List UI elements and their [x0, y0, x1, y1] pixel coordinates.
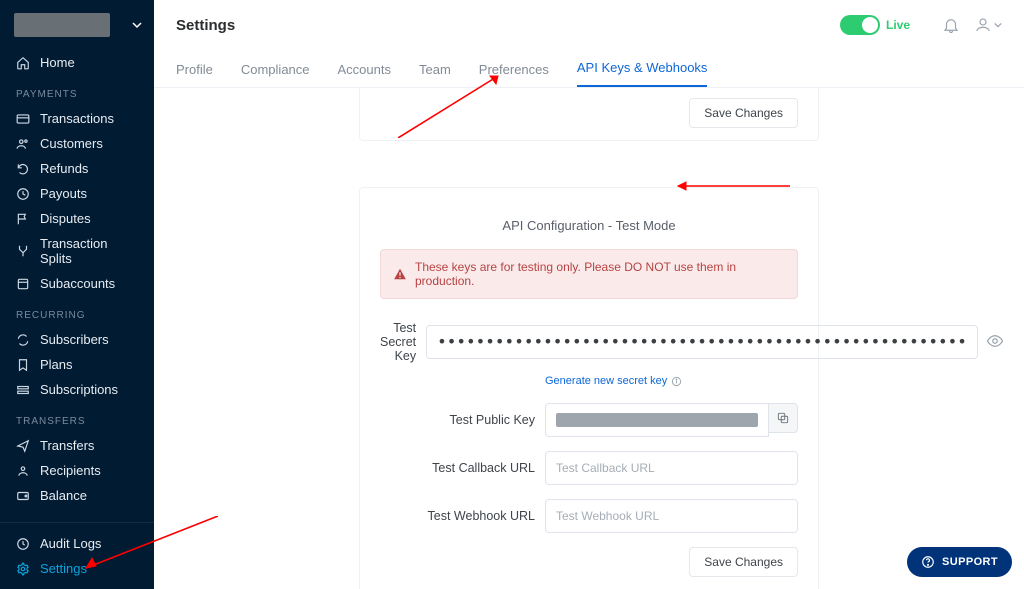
- public-key-masked: [556, 413, 758, 427]
- card-icon: [16, 112, 30, 126]
- prev-panel-footer: Save Changes: [359, 88, 819, 141]
- sidebar-label: Home: [40, 55, 75, 70]
- sidebar-item-plans[interactable]: Plans: [0, 352, 154, 377]
- sidebar-item-customers[interactable]: Customers: [0, 131, 154, 156]
- sidebar-item-subscribers[interactable]: Subscribers: [0, 327, 154, 352]
- sidebar: Home PAYMENTS Transactions Customers Ref…: [0, 0, 154, 589]
- payout-icon: [16, 187, 30, 201]
- save-button-top[interactable]: Save Changes: [689, 98, 798, 128]
- settings-tabs: Profile Compliance Accounts Team Prefere…: [154, 50, 1024, 88]
- sidebar-item-subscriptions[interactable]: Subscriptions: [0, 377, 154, 402]
- copy-button[interactable]: [768, 403, 798, 433]
- help-icon: [921, 555, 935, 569]
- sidebar-label: Customers: [40, 136, 103, 151]
- info-icon: [671, 376, 682, 387]
- workspace-logo: [14, 13, 110, 37]
- sidebar-label: Transfers: [40, 438, 94, 453]
- sidebar-item-balance[interactable]: Balance: [0, 483, 154, 508]
- webhook-input[interactable]: [545, 499, 798, 533]
- secret-key-field[interactable]: ••••••••••••••••••••••••••••••••••••••••…: [426, 325, 978, 359]
- section-header-transfers: TRANSFERS: [0, 402, 154, 433]
- flag-icon: [16, 212, 30, 226]
- sidebar-label: Disputes: [40, 211, 91, 226]
- users-icon: [16, 137, 30, 151]
- box-icon: [16, 277, 30, 291]
- bell-icon[interactable]: [942, 16, 960, 34]
- support-label: SUPPORT: [942, 556, 998, 568]
- sidebar-label: Subscribers: [40, 332, 109, 347]
- sidebar-label: Transaction Splits: [40, 236, 138, 266]
- sidebar-label: Payouts: [40, 186, 87, 201]
- section-header-payments: PAYMENTS: [0, 75, 154, 106]
- tab-preferences[interactable]: Preferences: [479, 62, 549, 87]
- main: Settings Live Profile Compliance Account…: [154, 0, 1024, 589]
- sidebar-label: Audit Logs: [40, 536, 101, 551]
- label-callback: Test Callback URL: [380, 461, 535, 475]
- page-title: Settings: [176, 17, 840, 34]
- bookmark-icon: [16, 358, 30, 372]
- sidebar-item-recipients[interactable]: Recipients: [0, 458, 154, 483]
- tab-api-keys[interactable]: API Keys & Webhooks: [577, 60, 708, 87]
- profile-menu[interactable]: [974, 16, 1002, 34]
- label-public-key: Test Public Key: [380, 413, 535, 427]
- sidebar-label: Transactions: [40, 111, 114, 126]
- alert-text: These keys are for testing only. Please …: [415, 260, 785, 288]
- repeat-icon: [16, 333, 30, 347]
- stack-icon: [16, 383, 30, 397]
- tab-team[interactable]: Team: [419, 62, 451, 87]
- wallet-icon: [16, 489, 30, 503]
- gear-icon: [16, 562, 30, 576]
- tab-profile[interactable]: Profile: [176, 62, 213, 87]
- generate-key-link[interactable]: Generate new secret key: [545, 375, 682, 387]
- eye-icon[interactable]: [986, 332, 1004, 350]
- live-toggle[interactable]: [840, 15, 880, 35]
- sidebar-item-disputes[interactable]: Disputes: [0, 206, 154, 231]
- sidebar-item-transactions[interactable]: Transactions: [0, 106, 154, 131]
- sidebar-item-home[interactable]: Home: [0, 50, 154, 75]
- chevron-down-icon: [132, 20, 142, 30]
- api-config-panel: API Configuration - Test Mode These keys…: [359, 187, 819, 589]
- home-icon: [16, 56, 30, 70]
- label-secret-key: Test Secret Key: [380, 321, 416, 363]
- label-webhook: Test Webhook URL: [380, 509, 535, 523]
- content: Save Changes API Configuration - Test Mo…: [154, 88, 1024, 589]
- support-button[interactable]: SUPPORT: [907, 547, 1012, 577]
- sidebar-label: Refunds: [40, 161, 88, 176]
- secret-key-masked: ••••••••••••••••••••••••••••••••••••••••…: [437, 325, 967, 359]
- sidebar-label: Settings: [40, 561, 87, 576]
- refund-icon: [16, 162, 30, 176]
- sidebar-label: Subscriptions: [40, 382, 118, 397]
- sidebar-item-payouts[interactable]: Payouts: [0, 181, 154, 206]
- callback-input[interactable]: [545, 451, 798, 485]
- sidebar-item-splits[interactable]: Transaction Splits: [0, 231, 154, 271]
- sidebar-item-transfers[interactable]: Transfers: [0, 433, 154, 458]
- topbar: Settings Live: [154, 0, 1024, 50]
- sidebar-label: Plans: [40, 357, 73, 372]
- tab-compliance[interactable]: Compliance: [241, 62, 310, 87]
- test-mode-alert: These keys are for testing only. Please …: [380, 249, 798, 299]
- save-button[interactable]: Save Changes: [689, 547, 798, 577]
- tab-accounts[interactable]: Accounts: [338, 62, 391, 87]
- sidebar-item-settings[interactable]: Settings: [0, 556, 154, 581]
- clock-icon: [16, 537, 30, 551]
- section-title: API Configuration - Test Mode: [380, 218, 798, 233]
- link-text: Generate new secret key: [545, 375, 667, 387]
- sidebar-label: Subaccounts: [40, 276, 115, 291]
- sidebar-label: Balance: [40, 488, 87, 503]
- warning-icon: [393, 267, 407, 281]
- split-icon: [16, 244, 30, 258]
- sidebar-item-refunds[interactable]: Refunds: [0, 156, 154, 181]
- public-key-field[interactable]: [545, 403, 769, 437]
- section-header-recurring: RECURRING: [0, 296, 154, 327]
- user-icon: [16, 464, 30, 478]
- sidebar-label: Recipients: [40, 463, 101, 478]
- sidebar-item-subaccounts[interactable]: Subaccounts: [0, 271, 154, 296]
- send-icon: [16, 439, 30, 453]
- workspace-switcher[interactable]: [0, 0, 154, 50]
- live-label: Live: [886, 18, 910, 32]
- sidebar-item-audit-logs[interactable]: Audit Logs: [0, 531, 154, 556]
